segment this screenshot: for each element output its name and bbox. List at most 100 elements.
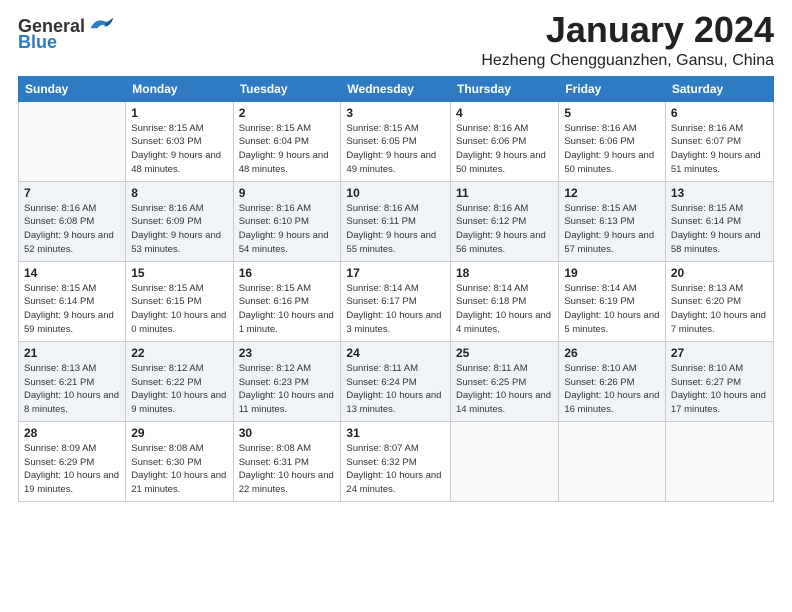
day-info: Sunrise: 8:12 AM Sunset: 6:22 PM Dayligh…	[131, 362, 227, 417]
daylight-text: Daylight: 10 hours and 11 minutes.	[239, 390, 334, 415]
day-info: Sunrise: 8:16 AM Sunset: 6:09 PM Dayligh…	[131, 202, 227, 257]
day-info: Sunrise: 8:15 AM Sunset: 6:05 PM Dayligh…	[346, 122, 445, 177]
table-row: 20 Sunrise: 8:13 AM Sunset: 6:20 PM Dayl…	[665, 261, 773, 341]
calendar-week-row: 1 Sunrise: 8:15 AM Sunset: 6:03 PM Dayli…	[19, 101, 774, 181]
day-number: 11	[456, 186, 553, 200]
day-info: Sunrise: 8:14 AM Sunset: 6:17 PM Dayligh…	[346, 282, 445, 337]
daylight-text: Daylight: 10 hours and 16 minutes.	[564, 390, 659, 415]
day-number: 17	[346, 266, 445, 280]
day-number: 9	[239, 186, 336, 200]
day-number: 6	[671, 106, 768, 120]
sunset-text: Sunset: 6:15 PM	[131, 296, 201, 307]
logo-blue-text: Blue	[18, 33, 57, 51]
sunset-text: Sunset: 6:06 PM	[456, 136, 526, 147]
table-row: 5 Sunrise: 8:16 AM Sunset: 6:06 PM Dayli…	[559, 101, 666, 181]
day-info: Sunrise: 8:07 AM Sunset: 6:32 PM Dayligh…	[346, 442, 445, 497]
logo: General Blue	[18, 14, 115, 51]
table-row: 15 Sunrise: 8:15 AM Sunset: 6:15 PM Dayl…	[126, 261, 233, 341]
sunrise-text: Sunrise: 8:15 AM	[131, 123, 203, 134]
day-number: 29	[131, 426, 227, 440]
day-info: Sunrise: 8:16 AM Sunset: 6:06 PM Dayligh…	[564, 122, 660, 177]
table-row: 10 Sunrise: 8:16 AM Sunset: 6:11 PM Dayl…	[341, 181, 451, 261]
calendar-week-row: 21 Sunrise: 8:13 AM Sunset: 6:21 PM Dayl…	[19, 341, 774, 421]
day-info: Sunrise: 8:08 AM Sunset: 6:31 PM Dayligh…	[239, 442, 336, 497]
sunrise-text: Sunrise: 8:15 AM	[239, 283, 311, 294]
header: General Blue January 2024 Hezheng Chengg…	[18, 10, 774, 70]
daylight-text: Daylight: 10 hours and 0 minutes.	[131, 310, 226, 335]
logo-bird-icon	[87, 14, 115, 32]
sunset-text: Sunset: 6:07 PM	[671, 136, 741, 147]
title-block: January 2024 Hezheng Chengguanzhen, Gans…	[481, 10, 774, 70]
day-number: 1	[131, 106, 227, 120]
day-info: Sunrise: 8:15 AM Sunset: 6:14 PM Dayligh…	[24, 282, 120, 337]
day-number: 14	[24, 266, 120, 280]
day-info: Sunrise: 8:15 AM Sunset: 6:15 PM Dayligh…	[131, 282, 227, 337]
sunset-text: Sunset: 6:29 PM	[24, 457, 94, 468]
day-info: Sunrise: 8:11 AM Sunset: 6:25 PM Dayligh…	[456, 362, 553, 417]
table-row: 4 Sunrise: 8:16 AM Sunset: 6:06 PM Dayli…	[451, 101, 559, 181]
daylight-text: Daylight: 9 hours and 55 minutes.	[346, 230, 436, 255]
day-number: 5	[564, 106, 660, 120]
daylight-text: Daylight: 9 hours and 58 minutes.	[671, 230, 761, 255]
daylight-text: Daylight: 10 hours and 13 minutes.	[346, 390, 441, 415]
sunset-text: Sunset: 6:19 PM	[564, 296, 634, 307]
day-info: Sunrise: 8:11 AM Sunset: 6:24 PM Dayligh…	[346, 362, 445, 417]
sunrise-text: Sunrise: 8:13 AM	[24, 363, 96, 374]
sunset-text: Sunset: 6:08 PM	[24, 216, 94, 227]
day-info: Sunrise: 8:09 AM Sunset: 6:29 PM Dayligh…	[24, 442, 120, 497]
sunset-text: Sunset: 6:26 PM	[564, 377, 634, 388]
day-number: 15	[131, 266, 227, 280]
daylight-text: Daylight: 9 hours and 52 minutes.	[24, 230, 114, 255]
day-info: Sunrise: 8:13 AM Sunset: 6:20 PM Dayligh…	[671, 282, 768, 337]
table-row	[559, 421, 666, 501]
day-info: Sunrise: 8:16 AM Sunset: 6:07 PM Dayligh…	[671, 122, 768, 177]
daylight-text: Daylight: 9 hours and 49 minutes.	[346, 150, 436, 175]
page: General Blue January 2024 Hezheng Chengg…	[0, 0, 792, 612]
sunrise-text: Sunrise: 8:16 AM	[456, 203, 528, 214]
calendar-table: Sunday Monday Tuesday Wednesday Thursday…	[18, 76, 774, 502]
daylight-text: Daylight: 9 hours and 53 minutes.	[131, 230, 221, 255]
day-number: 22	[131, 346, 227, 360]
daylight-text: Daylight: 9 hours and 50 minutes.	[564, 150, 654, 175]
sunset-text: Sunset: 6:14 PM	[24, 296, 94, 307]
sunrise-text: Sunrise: 8:16 AM	[456, 123, 528, 134]
table-row: 1 Sunrise: 8:15 AM Sunset: 6:03 PM Dayli…	[126, 101, 233, 181]
day-info: Sunrise: 8:15 AM Sunset: 6:14 PM Dayligh…	[671, 202, 768, 257]
sunset-text: Sunset: 6:32 PM	[346, 457, 416, 468]
sunrise-text: Sunrise: 8:16 AM	[131, 203, 203, 214]
day-number: 23	[239, 346, 336, 360]
sunrise-text: Sunrise: 8:11 AM	[456, 363, 528, 374]
daylight-text: Daylight: 10 hours and 1 minute.	[239, 310, 334, 335]
sunrise-text: Sunrise: 8:15 AM	[564, 203, 636, 214]
day-number: 25	[456, 346, 553, 360]
day-number: 19	[564, 266, 660, 280]
sunset-text: Sunset: 6:31 PM	[239, 457, 309, 468]
daylight-text: Daylight: 10 hours and 24 minutes.	[346, 470, 441, 495]
sunrise-text: Sunrise: 8:10 AM	[671, 363, 743, 374]
daylight-text: Daylight: 10 hours and 7 minutes.	[671, 310, 766, 335]
sunrise-text: Sunrise: 8:15 AM	[131, 283, 203, 294]
table-row	[451, 421, 559, 501]
day-number: 7	[24, 186, 120, 200]
sunset-text: Sunset: 6:20 PM	[671, 296, 741, 307]
table-row: 25 Sunrise: 8:11 AM Sunset: 6:25 PM Dayl…	[451, 341, 559, 421]
daylight-text: Daylight: 10 hours and 14 minutes.	[456, 390, 551, 415]
day-info: Sunrise: 8:08 AM Sunset: 6:30 PM Dayligh…	[131, 442, 227, 497]
col-tuesday: Tuesday	[233, 76, 341, 101]
daylight-text: Daylight: 9 hours and 54 minutes.	[239, 230, 329, 255]
day-info: Sunrise: 8:16 AM Sunset: 6:06 PM Dayligh…	[456, 122, 553, 177]
day-number: 4	[456, 106, 553, 120]
table-row: 9 Sunrise: 8:16 AM Sunset: 6:10 PM Dayli…	[233, 181, 341, 261]
calendar-week-row: 7 Sunrise: 8:16 AM Sunset: 6:08 PM Dayli…	[19, 181, 774, 261]
sunset-text: Sunset: 6:04 PM	[239, 136, 309, 147]
daylight-text: Daylight: 10 hours and 9 minutes.	[131, 390, 226, 415]
day-info: Sunrise: 8:14 AM Sunset: 6:19 PM Dayligh…	[564, 282, 660, 337]
day-number: 27	[671, 346, 768, 360]
sunrise-text: Sunrise: 8:08 AM	[131, 443, 203, 454]
sunrise-text: Sunrise: 8:12 AM	[239, 363, 311, 374]
daylight-text: Daylight: 10 hours and 19 minutes.	[24, 470, 119, 495]
day-info: Sunrise: 8:12 AM Sunset: 6:23 PM Dayligh…	[239, 362, 336, 417]
sunrise-text: Sunrise: 8:08 AM	[239, 443, 311, 454]
day-number: 31	[346, 426, 445, 440]
table-row: 16 Sunrise: 8:15 AM Sunset: 6:16 PM Dayl…	[233, 261, 341, 341]
